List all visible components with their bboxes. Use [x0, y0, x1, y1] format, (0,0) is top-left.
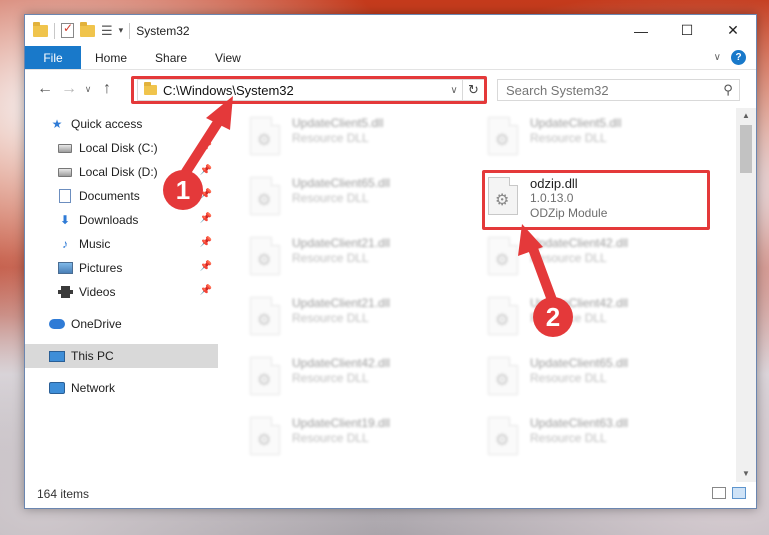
- item-count: 164 items: [37, 487, 90, 501]
- status-bar: 164 items: [25, 480, 756, 508]
- dll-file-icon: ⚙: [250, 357, 280, 395]
- tiles-view-icon[interactable]: [732, 487, 746, 499]
- back-arrow-icon[interactable]: ←: [33, 80, 57, 98]
- list-item[interactable]: ⚙ UpdateClient65.dll Resource DLL: [474, 352, 706, 408]
- sidebar-item-this-pc[interactable]: This PC: [25, 344, 218, 368]
- sidebar-item-onedrive[interactable]: OneDrive: [25, 312, 218, 336]
- star-icon: ★: [51, 117, 63, 131]
- maximize-icon[interactable]: ☐: [664, 15, 710, 46]
- scroll-up-icon[interactable]: ▲: [736, 108, 756, 124]
- list-item[interactable]: ⚙ UpdateClient65.dll Resource DLL: [236, 172, 468, 228]
- explorer-window: ☰ ▾ System32 — ☐ ✕ File Home Share View …: [24, 14, 757, 509]
- sidebar-item-pictures[interactable]: Pictures 📌: [25, 256, 218, 280]
- search-icon[interactable]: ⚲: [717, 82, 739, 98]
- tab-share[interactable]: Share: [141, 46, 201, 69]
- vertical-scrollbar[interactable]: ▲ ▼: [736, 108, 756, 482]
- list-item[interactable]: ⚙ UpdateClient42.dllResource DLL: [236, 352, 468, 408]
- search-box[interactable]: ⚲: [497, 79, 740, 101]
- sidebar-item-videos[interactable]: Videos 📌: [25, 280, 218, 304]
- cloud-icon: [49, 316, 65, 332]
- folder-icon: [33, 21, 48, 37]
- dll-file-icon: ⚙: [250, 237, 280, 275]
- step-1-badge: 1: [163, 170, 203, 210]
- title-bar: ☰ ▾ System32 — ☐ ✕: [25, 15, 756, 46]
- documents-icon: [57, 188, 73, 204]
- pin-icon[interactable]: 📌: [200, 237, 212, 248]
- file-list: ⚙ UpdateClient5.dll Resource DLL ⚙ Update…: [218, 108, 736, 482]
- dll-file-icon: ⚙: [488, 117, 518, 155]
- dll-file-icon: ⚙: [250, 177, 280, 215]
- sidebar-item-quick-access[interactable]: ★ Quick access: [25, 112, 218, 136]
- recent-locations-icon[interactable]: ∨: [81, 84, 95, 95]
- dll-file-icon: ⚙: [250, 117, 280, 155]
- address-highlight-box: [131, 76, 487, 104]
- customize-icon[interactable]: ☰: [101, 23, 113, 39]
- sidebar-item-local-disk-c[interactable]: Local Disk (C:) 📌: [25, 136, 218, 160]
- pin-icon[interactable]: 📌: [200, 285, 212, 296]
- new-folder-icon[interactable]: [80, 21, 95, 37]
- tab-home[interactable]: Home: [81, 46, 141, 69]
- pin-icon[interactable]: 📌: [200, 165, 212, 176]
- window-controls: — ☐ ✕: [618, 15, 756, 46]
- file-highlight-box: [482, 170, 710, 230]
- list-item[interactable]: ⚙ UpdateClient5.dll Resource DLL: [236, 112, 468, 168]
- drive-icon: [57, 140, 73, 156]
- pictures-icon: [57, 260, 73, 276]
- downloads-icon: ⬇: [59, 213, 71, 227]
- explorer-body: ★ Quick access Local Disk (C:) 📌 Local D…: [25, 108, 756, 482]
- pin-icon[interactable]: 📌: [200, 261, 212, 272]
- expand-ribbon-icon[interactable]: ∨: [714, 52, 721, 63]
- dll-file-icon: ⚙: [488, 417, 518, 455]
- scroll-thumb[interactable]: [740, 125, 752, 173]
- network-icon: [49, 380, 65, 396]
- pin-icon[interactable]: 📌: [200, 213, 212, 224]
- ribbon: File Home Share View ∨ ?: [25, 46, 756, 70]
- qa-dropdown-icon[interactable]: ▾: [119, 25, 124, 36]
- dll-file-icon: ⚙: [250, 417, 280, 455]
- sidebar-item-downloads[interactable]: ⬇ Downloads 📌: [25, 208, 218, 232]
- dll-file-icon: ⚙: [488, 357, 518, 395]
- pin-icon[interactable]: 📌: [200, 141, 212, 152]
- dll-file-icon: ⚙: [250, 297, 280, 335]
- dll-file-icon: ⚙: [488, 237, 518, 275]
- window-title: System32: [136, 23, 190, 38]
- close-icon[interactable]: ✕: [710, 15, 756, 46]
- list-item[interactable]: ⚙ UpdateClient21.dll Resource DLL: [236, 232, 468, 288]
- up-arrow-icon[interactable]: ↑: [95, 80, 119, 98]
- navigation-pane: ★ Quick access Local Disk (C:) 📌 Local D…: [25, 108, 218, 482]
- minimize-icon[interactable]: —: [618, 15, 664, 46]
- search-input[interactable]: [506, 82, 717, 98]
- list-item[interactable]: ⚙ UpdateClient21.dll Resource DLL: [236, 292, 468, 348]
- list-item[interactable]: ⚙ UpdateClient5.dll Resource DLL: [474, 112, 706, 168]
- details-view-icon[interactable]: [712, 487, 726, 499]
- music-icon: ♪: [62, 237, 68, 251]
- list-item[interactable]: ⚙ UpdateClient19.dll Resource DLL: [236, 412, 468, 468]
- properties-icon[interactable]: [61, 21, 74, 38]
- tab-view[interactable]: View: [201, 46, 255, 69]
- help-icon[interactable]: ?: [731, 50, 746, 65]
- forward-arrow-icon[interactable]: →: [57, 80, 81, 98]
- tab-file[interactable]: File: [25, 46, 81, 69]
- dll-file-icon: ⚙: [488, 297, 518, 335]
- list-item[interactable]: ⚙ UpdateClient42.dllResource DLL: [474, 232, 706, 288]
- navigation-bar: ← → ∨ ↑ C:\Windows\System32 ∨ ↻ ⚲: [25, 70, 756, 108]
- quick-access-toolbar: ☰ ▾: [33, 21, 131, 39]
- sidebar-item-music[interactable]: ♪ Music 📌: [25, 232, 218, 256]
- step-2-badge: 2: [533, 297, 573, 337]
- videos-icon: [57, 284, 73, 300]
- computer-icon: [49, 348, 65, 364]
- list-item[interactable]: ⚙ UpdateClient42.dllResource DLL: [474, 292, 706, 348]
- drive-icon: [57, 164, 73, 180]
- list-item[interactable]: ⚙ UpdateClient63.dll Resource DLL: [474, 412, 706, 468]
- sidebar-item-network[interactable]: Network: [25, 376, 218, 400]
